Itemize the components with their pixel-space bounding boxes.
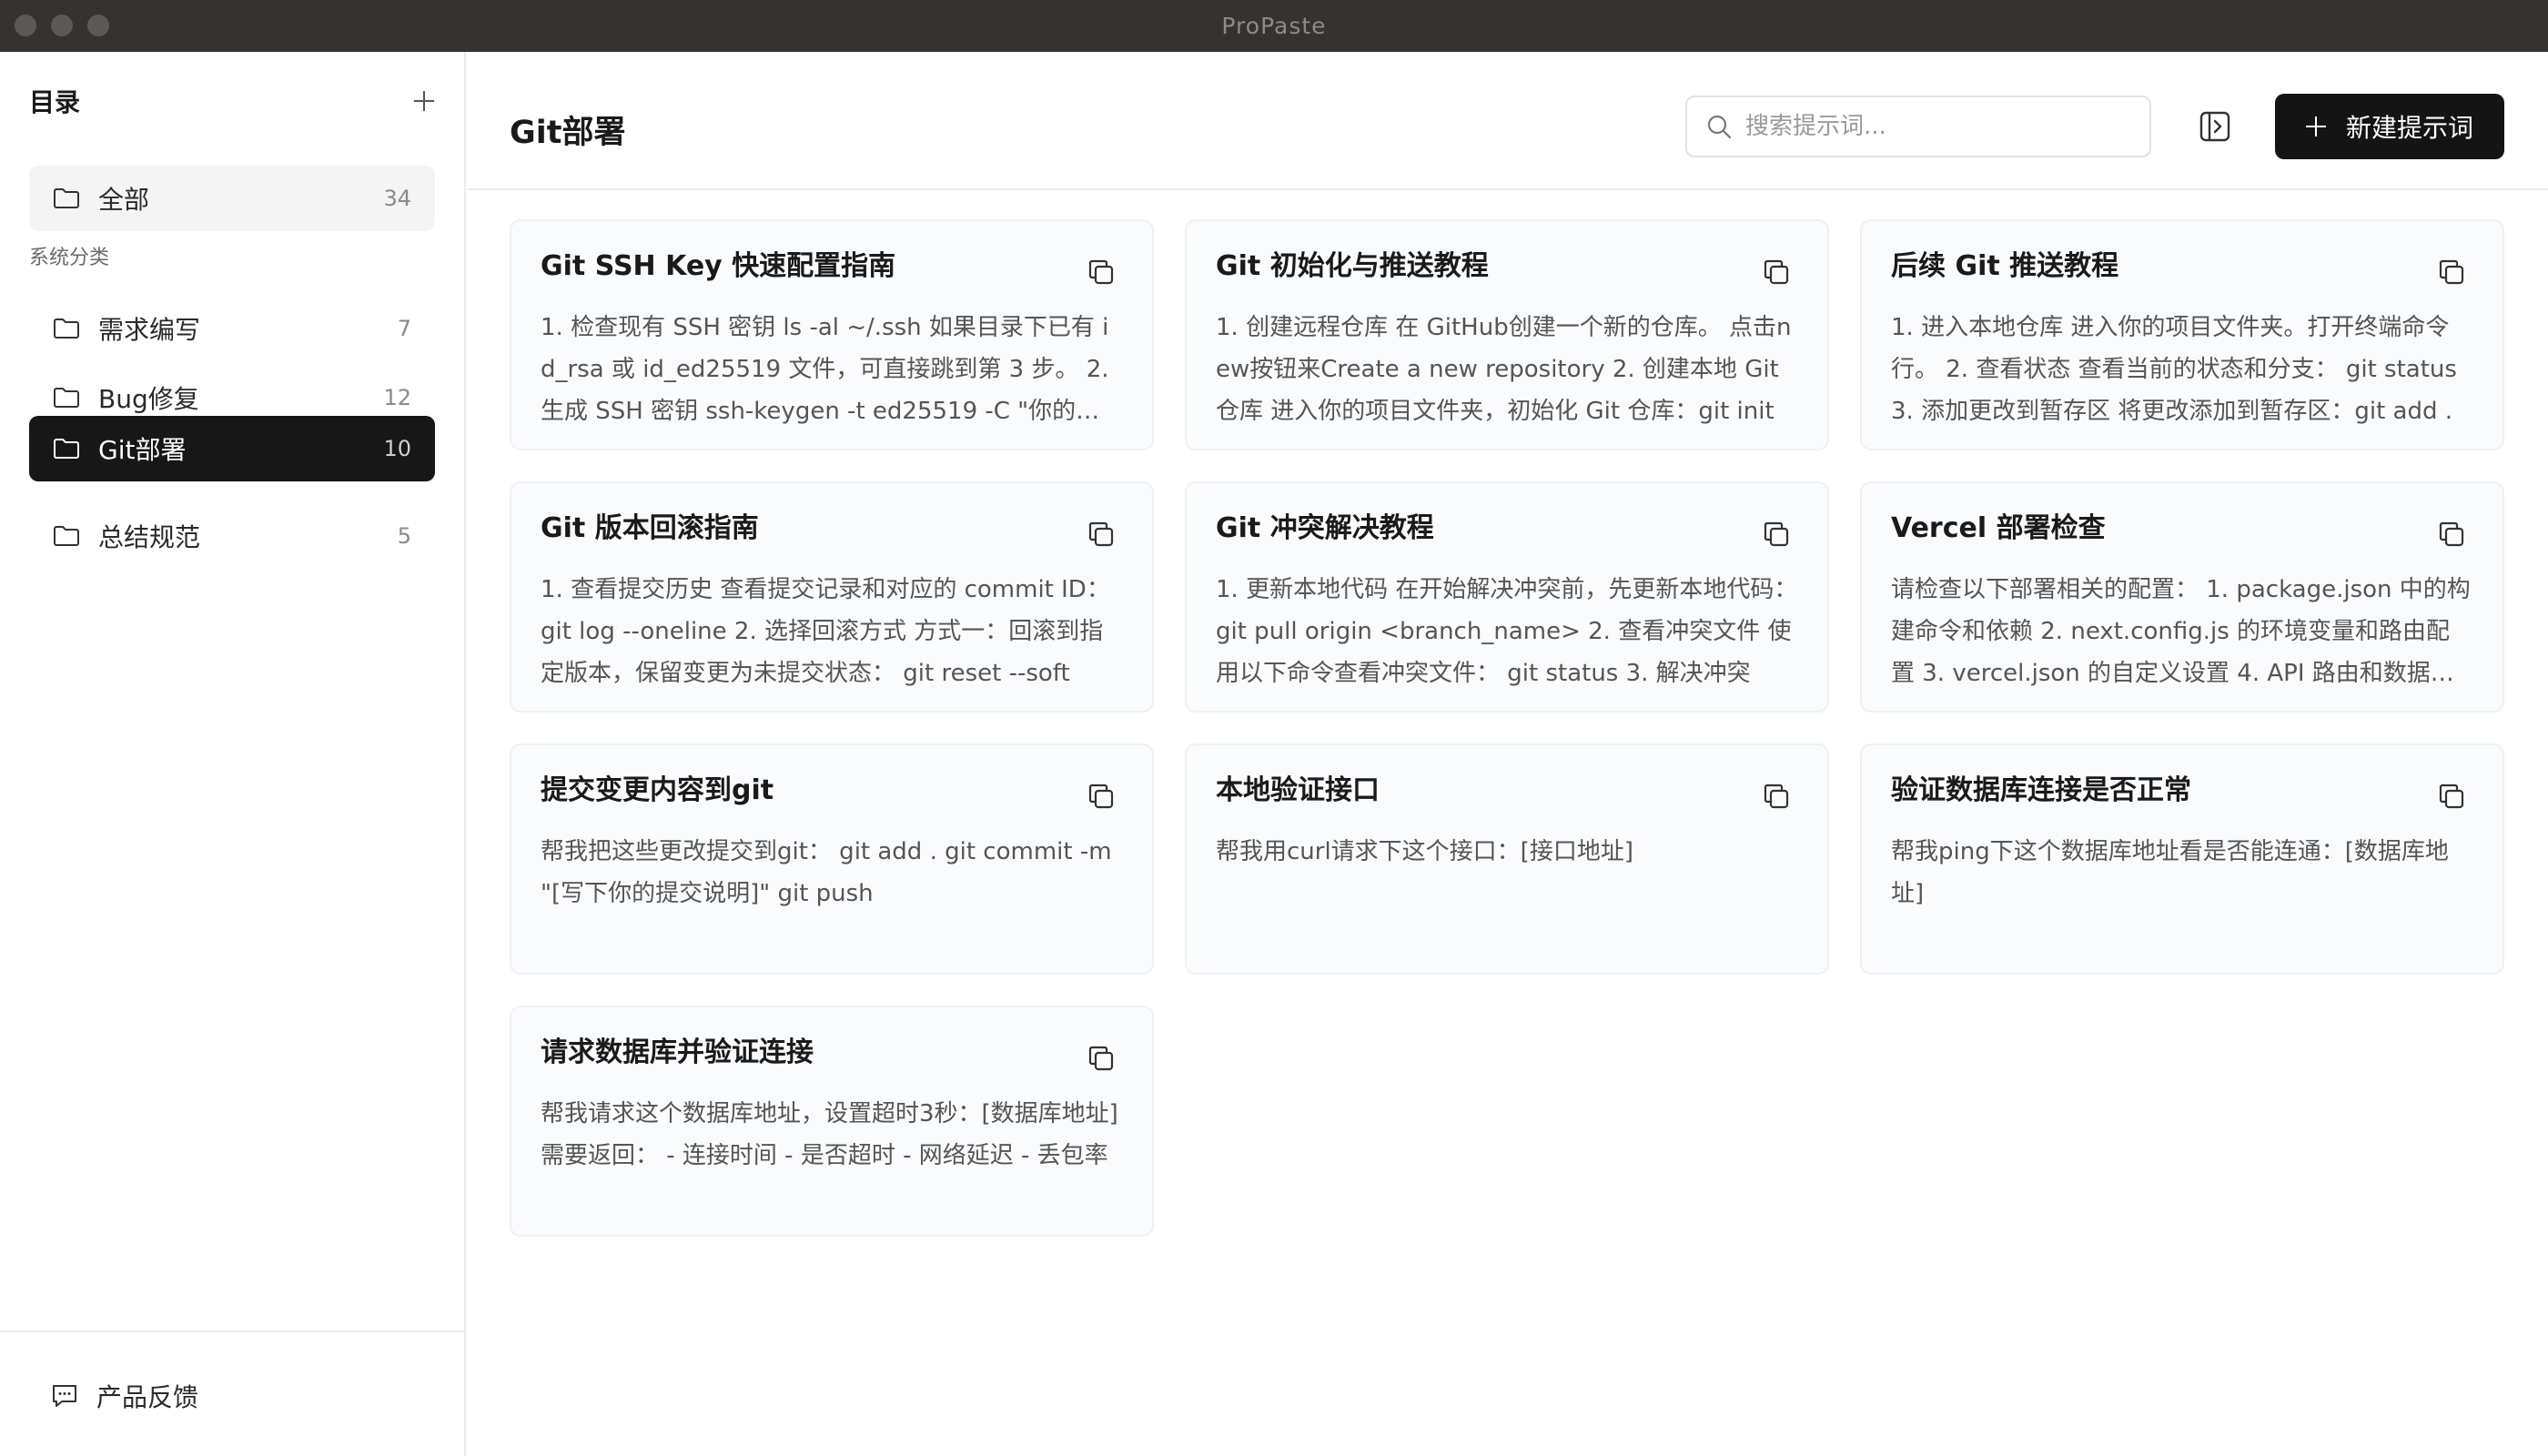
copy-icon[interactable] bbox=[1762, 258, 1791, 287]
feedback-label: 产品反馈 bbox=[96, 1382, 199, 1412]
add-category-icon[interactable] bbox=[411, 88, 437, 114]
prompt-card[interactable]: Vercel 部署检查 请检查以下部署相关的配置： 1. package.jso… bbox=[1860, 481, 2504, 713]
prompt-card[interactable]: 请求数据库并验证连接 帮我请求这个数据库地址，设置超时3秒：[数据库地址] 需要… bbox=[510, 1006, 1154, 1237]
copy-icon[interactable] bbox=[2437, 782, 2466, 811]
folder-icon bbox=[54, 188, 79, 208]
sidebar-item-label: Bug修复 bbox=[98, 384, 199, 414]
window-titlebar: ProPaste bbox=[0, 0, 2548, 52]
copy-icon[interactable] bbox=[1087, 258, 1116, 287]
folder-icon bbox=[54, 526, 79, 546]
card-title: 验证数据库连接是否正常 bbox=[1891, 774, 2191, 806]
main-content: Git部署 新建提示词 Git SSH Key 快速配置指南 1. 检查现有 S… bbox=[466, 52, 2548, 1456]
prompt-card[interactable]: 后续 Git 推送教程 1. 进入本地仓库 进入你的项目文件夹。打开终端命令行。… bbox=[1860, 219, 2504, 450]
card-title: 本地验证接口 bbox=[1216, 774, 1380, 806]
card-title: 请求数据库并验证连接 bbox=[541, 1036, 814, 1068]
prompt-card[interactable]: Git 初始化与推送教程 1. 创建远程仓库 在 GitHub创建一个新的仓库。… bbox=[1185, 219, 1829, 450]
prompt-card[interactable]: Git 冲突解决教程 1. 更新本地代码 在开始解决冲突前，先更新本地代码： g… bbox=[1185, 481, 1829, 713]
search-icon bbox=[1707, 115, 1732, 139]
section-label: 系统分类 bbox=[29, 247, 110, 269]
card-body: 帮我把这些更改提交到git： git add . git commit -m "… bbox=[541, 838, 1112, 907]
close-window-button[interactable] bbox=[15, 15, 36, 36]
sidebar-footer: 产品反馈 bbox=[0, 1330, 464, 1456]
sidebar-heading: 目录 bbox=[29, 87, 81, 117]
card-body: 帮我用curl请求下这个接口：[接口地址] bbox=[1216, 838, 1633, 865]
window-title: ProPaste bbox=[1221, 13, 1327, 39]
prompt-card[interactable]: Git SSH Key 快速配置指南 1. 检查现有 SSH 密钥 ls -al… bbox=[510, 219, 1154, 450]
sidebar-item-count: 7 bbox=[397, 316, 411, 341]
sidebar-item-label: Git部署 bbox=[98, 435, 187, 465]
card-body: 帮我ping下这个数据库地址看是否能连通：[数据库地址] bbox=[1891, 838, 2449, 907]
card-title: Git 冲突解决教程 bbox=[1216, 512, 1434, 544]
card-body: 帮我请求这个数据库地址，设置超时3秒：[数据库地址] 需要返回： - 连接时间 … bbox=[541, 1100, 1118, 1169]
card-body: 1. 更新本地代码 在开始解决冲突前，先更新本地代码： git pull ori… bbox=[1216, 576, 1798, 687]
message-icon bbox=[53, 1385, 76, 1407]
prompt-card[interactable]: 本地验证接口 帮我用curl请求下这个接口：[接口地址] bbox=[1185, 743, 1829, 975]
card-title: Vercel 部署检查 bbox=[1891, 512, 2106, 544]
folder-icon bbox=[54, 439, 79, 459]
new-prompt-button[interactable]: 新建提示词 bbox=[2275, 94, 2504, 159]
sidebar: 目录 全部 34 系统分类 需求编写 7 Bug修复 12 Git部署 10 总… bbox=[0, 52, 466, 1456]
sidebar-item-label: 全部 bbox=[98, 185, 150, 215]
sidebar-item-label: 总结规范 bbox=[98, 522, 201, 552]
card-body: 1. 进入本地仓库 进入你的项目文件夹。打开终端命令行。 2. 查看状态 查看当… bbox=[1891, 314, 2457, 425]
feedback-button[interactable]: 产品反馈 bbox=[51, 1378, 198, 1414]
plus-icon bbox=[2305, 116, 2326, 136]
sidebar-header: 目录 bbox=[29, 83, 437, 119]
folder-icon bbox=[54, 388, 79, 408]
sidebar-item-summary[interactable]: 总结规范 5 bbox=[29, 503, 435, 569]
copy-icon[interactable] bbox=[1762, 782, 1791, 811]
sidebar-item-count: 5 bbox=[397, 523, 411, 549]
copy-icon[interactable] bbox=[2437, 258, 2466, 287]
sidebar-item-all[interactable]: 全部 34 bbox=[29, 166, 435, 231]
sidebar-item-count: 10 bbox=[383, 436, 411, 461]
sidebar-item-label: 需求编写 bbox=[98, 315, 201, 345]
main-header: Git部署 新建提示词 bbox=[466, 52, 2548, 190]
zoom-window-button[interactable] bbox=[87, 15, 109, 36]
card-title: 提交变更内容到git bbox=[541, 774, 774, 806]
card-body: 1. 检查现有 SSH 密钥 ls -al ~/.ssh 如果目录下已有 id_… bbox=[541, 314, 1109, 425]
panel-toggle-button[interactable] bbox=[2195, 106, 2235, 147]
card-body: 请检查以下部署相关的配置： 1. package.json 中的构建命令和依赖 … bbox=[1891, 576, 2471, 687]
card-title: 后续 Git 推送教程 bbox=[1891, 250, 2119, 282]
card-title: Git 版本回滚指南 bbox=[541, 512, 759, 544]
card-title: Git SSH Key 快速配置指南 bbox=[541, 250, 896, 282]
copy-icon[interactable] bbox=[1762, 520, 1791, 549]
sidebar-toggle-icon bbox=[2199, 111, 2230, 142]
copy-icon[interactable] bbox=[2437, 520, 2466, 549]
folder-icon bbox=[54, 318, 79, 339]
new-prompt-label: 新建提示词 bbox=[2345, 113, 2473, 143]
search-input[interactable] bbox=[1745, 113, 2128, 140]
prompt-card[interactable]: Git 版本回滚指南 1. 查看提交历史 查看提交记录和对应的 commit I… bbox=[510, 481, 1154, 713]
prompt-card[interactable]: 验证数据库连接是否正常 帮我ping下这个数据库地址看是否能连通：[数据库地址] bbox=[1860, 743, 2504, 975]
window-controls[interactable] bbox=[15, 15, 109, 36]
copy-icon[interactable] bbox=[1087, 782, 1116, 811]
copy-icon[interactable] bbox=[1087, 520, 1116, 549]
copy-icon[interactable] bbox=[1087, 1044, 1116, 1073]
minimize-window-button[interactable] bbox=[51, 15, 73, 36]
prompt-card[interactable]: 提交变更内容到git 帮我把这些更改提交到git： git add . git … bbox=[510, 743, 1154, 975]
sidebar-item-git-deploy[interactable]: Git部署 10 bbox=[29, 416, 435, 481]
card-title: Git 初始化与推送教程 bbox=[1216, 250, 1489, 282]
search-box[interactable] bbox=[1685, 96, 2151, 157]
card-body: 1. 创建远程仓库 在 GitHub创建一个新的仓库。 点击new按钮来Crea… bbox=[1216, 314, 1792, 425]
sidebar-item-count: 34 bbox=[383, 186, 411, 211]
prompt-card-grid: Git SSH Key 快速配置指南 1. 检查现有 SSH 密钥 ls -al… bbox=[510, 219, 2504, 1237]
sidebar-item-count: 12 bbox=[383, 385, 411, 410]
page-title: Git部署 bbox=[510, 115, 626, 151]
card-body: 1. 查看提交历史 查看提交记录和对应的 commit ID： git log … bbox=[541, 576, 1110, 687]
sidebar-item-requirements[interactable]: 需求编写 7 bbox=[29, 296, 435, 361]
